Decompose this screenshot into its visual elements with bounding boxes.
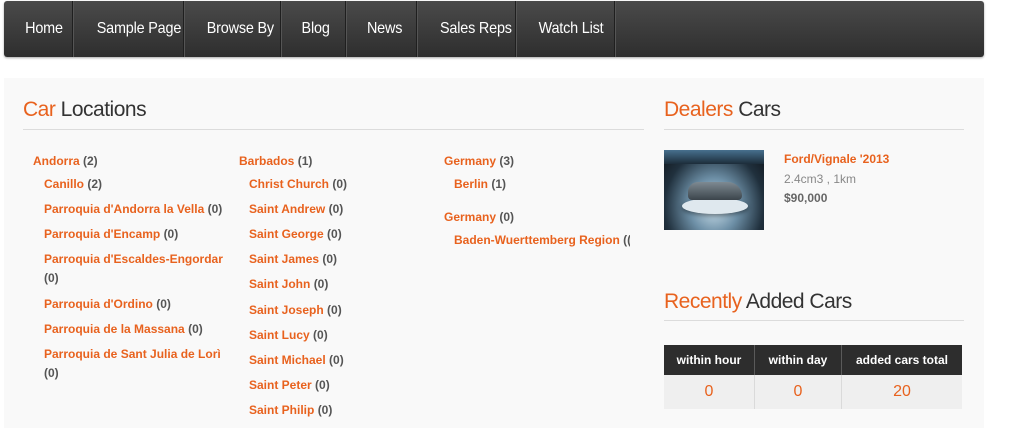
location-count: (1) xyxy=(491,177,507,191)
location-link[interactable]: Saint James xyxy=(249,252,319,266)
location-item: Canillo (2) xyxy=(44,177,102,191)
location-count: (0) xyxy=(44,271,59,285)
car-thumbnail[interactable] xyxy=(664,150,764,230)
location-item: Parroquia de Sant Julia de Lorì xyxy=(44,347,224,361)
location-country: Germany (0) xyxy=(444,210,514,224)
location-link[interactable]: Berlin xyxy=(454,177,488,191)
location-item: Parroquia d'Andorra la Vella (0) xyxy=(44,202,222,216)
location-item: Saint James (0) xyxy=(249,252,337,266)
car-price: $90,000 xyxy=(784,191,828,205)
location-item: Baden-Wuerttemberg Region (( xyxy=(454,233,630,247)
nav-news[interactable]: News xyxy=(346,1,417,57)
content-panel: Car Locations Andorra (2) Canillo (2) Pa… xyxy=(4,78,984,428)
location-country: Barbados (1) xyxy=(239,154,312,168)
location-link[interactable]: Saint George xyxy=(249,227,324,241)
car-title-link[interactable]: Ford/Vignale '2013 xyxy=(784,152,889,166)
location-link[interactable]: Saint Michael xyxy=(249,353,326,367)
location-item: Berlin (1) xyxy=(454,177,506,191)
location-count: (2) xyxy=(87,177,103,191)
location-item: Parroquia d'Ordino (0) xyxy=(44,297,171,311)
nav-sales-reps[interactable]: Sales Reps xyxy=(417,1,516,57)
main-nav: Home Sample Page Browse By Blog News Sal… xyxy=(4,1,984,57)
car-locations-divider xyxy=(23,129,644,130)
dealers-cars-divider xyxy=(664,129,964,130)
location-count: (0) xyxy=(332,177,348,191)
nav-home[interactable]: Home xyxy=(4,1,73,57)
header-within-hour: within hour xyxy=(664,345,755,375)
location-item: Parroquia de la Massana (0) xyxy=(44,322,203,336)
location-link[interactable]: Parroquia d'Andorra la Vella xyxy=(44,202,204,216)
car-spec: 2.4cm3 , 1km xyxy=(784,172,857,186)
location-link[interactable]: Parroquia d'Escaldes-Engordar xyxy=(44,252,223,266)
location-item: Saint Lucy (0) xyxy=(249,328,328,342)
location-count: (0) xyxy=(328,202,344,216)
value-within-hour: 0 xyxy=(664,375,755,409)
location-count: (0) xyxy=(329,353,344,367)
location-count: (1) xyxy=(297,154,313,168)
location-country: Germany (3) xyxy=(444,154,514,168)
nav-sample-page[interactable]: Sample Page xyxy=(73,1,184,57)
location-count: (0) xyxy=(163,227,179,241)
location-item: Saint Andrew (0) xyxy=(249,202,343,216)
location-link[interactable]: Saint Peter xyxy=(249,378,312,392)
dealers-cars-title: Dealers Cars xyxy=(664,98,781,121)
header-added-total: added cars total xyxy=(841,345,962,375)
nav-watch-list[interactable]: Watch List xyxy=(516,1,615,57)
nav-blog[interactable]: Blog xyxy=(281,1,346,57)
recently-added-divider xyxy=(664,320,964,321)
value-added-total: 20 xyxy=(841,375,962,409)
location-item: Parroquia d'Encamp (0) xyxy=(44,227,178,241)
location-item: Saint Peter (0) xyxy=(249,378,330,392)
country-link[interactable]: Germany xyxy=(444,210,496,224)
location-count: (0) xyxy=(317,403,333,417)
location-link[interactable]: Saint Joseph xyxy=(249,303,324,317)
location-count: (0) xyxy=(313,328,328,342)
value-within-day: 0 xyxy=(754,375,842,409)
location-count: (0) xyxy=(315,378,330,392)
location-count: (0) xyxy=(188,322,203,336)
recently-added-title: Recently Added Cars xyxy=(664,290,852,313)
location-item: Saint Michael (0) xyxy=(249,353,344,367)
locations-column-germany: Germany (3) Berlin (1) Germany (0) Baden… xyxy=(444,152,630,352)
location-count: (0) xyxy=(44,366,59,380)
location-count: (0) xyxy=(322,252,338,266)
location-item: Saint Joseph (0) xyxy=(249,303,342,317)
location-link[interactable]: Christ Church xyxy=(249,177,329,191)
location-item: Saint John (0) xyxy=(249,277,328,291)
location-count: (0) xyxy=(207,202,223,216)
location-count: (( xyxy=(623,233,630,247)
country-link[interactable]: Germany xyxy=(444,154,496,168)
location-item: Saint George (0) xyxy=(249,227,342,241)
location-link[interactable]: Parroquia de Sant Julia de Lorì xyxy=(44,347,221,361)
location-count: (3) xyxy=(499,154,515,168)
country-link[interactable]: Barbados xyxy=(239,154,294,168)
location-item: Parroquia d'Escaldes-Engordar xyxy=(44,252,224,266)
location-link[interactable]: Parroquia d'Encamp xyxy=(44,227,160,241)
location-count: (0) xyxy=(499,210,515,224)
location-link[interactable]: Saint John xyxy=(249,277,310,291)
location-count: (0) xyxy=(327,303,342,317)
nav-browse-by[interactable]: Browse By xyxy=(184,1,281,57)
location-item: Saint Philip (0) xyxy=(249,403,332,417)
location-count: (0) xyxy=(313,277,329,291)
location-count: (2) xyxy=(83,154,98,168)
recently-added-table: within hour within day added cars total … xyxy=(664,345,962,409)
location-link[interactable]: Saint Philip xyxy=(249,403,314,417)
location-link[interactable]: Parroquia de la Massana xyxy=(44,322,185,336)
location-link[interactable]: Canillo xyxy=(44,177,84,191)
location-country: Andorra (2) xyxy=(33,154,98,168)
header-within-day: within day xyxy=(754,345,842,375)
location-link[interactable]: Saint Andrew xyxy=(249,202,325,216)
car-locations-title: Car Locations xyxy=(23,98,147,121)
location-link[interactable]: Baden-Wuerttemberg Region xyxy=(454,233,620,247)
location-count: (0) xyxy=(156,297,171,311)
country-link[interactable]: Andorra xyxy=(33,154,80,168)
location-link[interactable]: Saint Lucy xyxy=(249,328,310,342)
location-count: (0) xyxy=(327,227,342,241)
location-link[interactable]: Parroquia d'Ordino xyxy=(44,297,153,311)
location-item: Christ Church (0) xyxy=(249,177,347,191)
